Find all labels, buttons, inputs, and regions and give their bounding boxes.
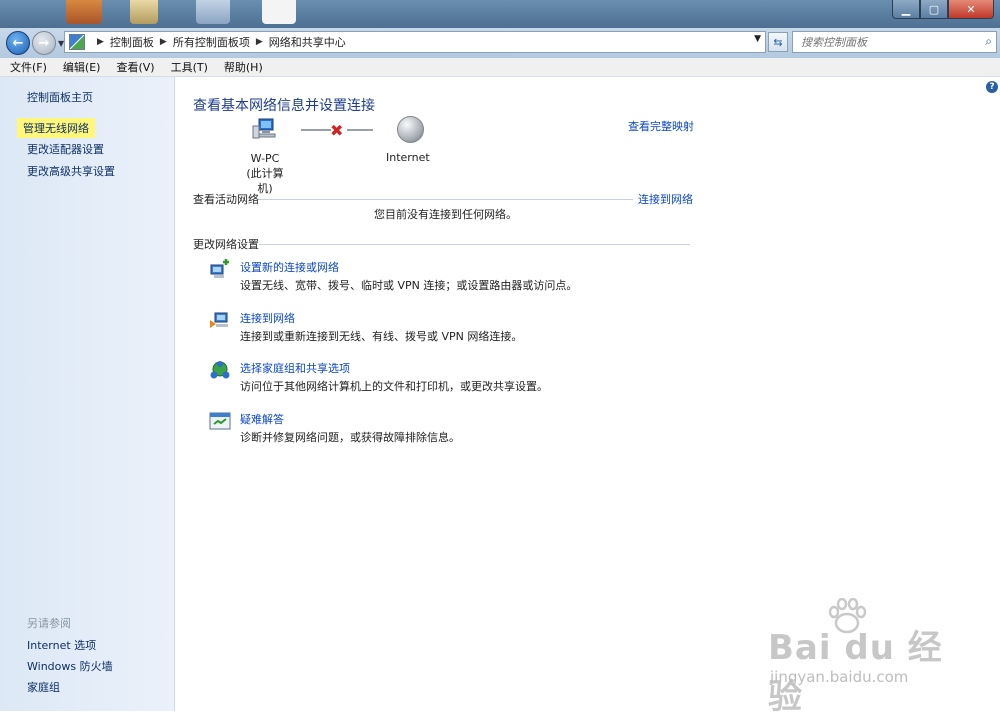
connection-line-right [347,129,373,131]
see-also-firewall[interactable]: Windows 防火墙 [27,658,113,674]
computer-label: W-PC (此计算机) [241,151,289,196]
change-settings-heading: 更改网络设置 [193,238,259,251]
sidebar-item-manage-wireless[interactable]: 管理无线网络 [17,118,95,138]
internet-label: Internet [386,151,430,164]
connect-network-icon [210,312,228,328]
taskbar-thumb-1 [66,0,102,24]
task-connect-network-link[interactable]: 连接到网络 [240,310,295,326]
control-panel-icon [69,34,85,50]
task-troubleshoot-desc: 诊断并修复网络问题，或获得故障排除信息。 [240,431,460,444]
connection-line-left [301,129,331,131]
see-also-homegroup[interactable]: 家庭组 [27,679,60,695]
internet-globe-icon [397,116,424,143]
computer-icon [252,118,276,139]
task-homegroup-desc: 访问位于其他网络计算机上的文件和打印机，或更改共享设置。 [240,380,548,393]
task-new-connection-desc: 设置无线、宽带、拨号、临时或 VPN 连接；或设置路由器或访问点。 [240,279,578,292]
arrow-left-icon: ← [12,35,24,51]
view-full-map-link[interactable]: 查看完整映射 [628,118,694,134]
maximize-button[interactable]: ▢ [920,0,948,19]
taskbar-thumb-3 [196,0,230,24]
sidebar-item-adapter-settings[interactable]: 更改适配器设置 [27,141,104,157]
navigation-bar: ← → ▼ ▶ 控制面板 ▶ 所有控制面板项 ▶ 网络和共享中心 ▼ ⇆ ⌕ [0,28,1000,58]
taskbar-thumb-4 [262,0,296,24]
search-box: ⌕ [792,31,997,53]
troubleshoot-icon [209,412,231,430]
refresh-button[interactable]: ⇆ [768,32,788,52]
window-titlebar: ▁ ▢ ✕ [0,0,1000,28]
forward-button[interactable]: → [32,31,56,55]
computer-name: W-PC [250,152,280,165]
disconnected-x-icon[interactable]: ✖ [330,121,343,140]
chevron-right-icon[interactable]: ▶ [160,37,167,47]
menu-view[interactable]: 查看(V) [110,59,160,75]
window-controls: ▁ ▢ ✕ [892,0,994,19]
refresh-icon: ⇆ [773,35,783,49]
see-also-internet-options[interactable]: Internet 选项 [27,637,96,653]
task-homegroup-link[interactable]: 选择家庭组和共享选项 [240,360,350,376]
taskbar-thumb-2 [130,0,158,24]
menu-bar: 文件(F) 编辑(E) 查看(V) 工具(T) 帮助(H) [0,58,1000,77]
connect-to-network-link[interactable]: 连接到网络 [638,191,693,207]
chevron-right-icon[interactable]: ▶ [97,37,104,47]
menu-edit[interactable]: 编辑(E) [57,59,107,75]
page-title: 查看基本网络信息并设置连接 [193,98,375,114]
help-icon[interactable]: ? [986,81,998,93]
minimize-button[interactable]: ▁ [892,0,920,19]
baidu-watermark: Bai du 经验 jingyan.baidu.com [760,598,960,717]
close-button[interactable]: ✕ [948,0,994,19]
chevron-right-icon[interactable]: ▶ [256,37,263,47]
sidebar-item-advanced-sharing[interactable]: 更改高级共享设置 [27,163,115,179]
task-new-connection-link[interactable]: 设置新的连接或网络 [240,259,339,275]
no-connection-message: 您目前没有连接到任何网络。 [374,208,517,221]
menu-tools[interactable]: 工具(T) [165,59,214,75]
active-networks-divider [259,199,633,200]
breadcrumb-network-center[interactable]: 网络和共享中心 [269,34,346,50]
task-troubleshoot-link[interactable]: 疑难解答 [240,411,284,427]
breadcrumb-all-items[interactable]: 所有控制面板项 [173,34,250,50]
watermark-url: jingyan.baidu.com [770,668,909,686]
chevron-down-icon[interactable]: ▼ [754,34,761,44]
change-settings-divider [259,244,690,245]
new-connection-icon [210,259,229,278]
see-also-heading: 另请参阅 [27,617,71,630]
menu-file[interactable]: 文件(F) [4,59,53,75]
menu-help[interactable]: 帮助(H) [218,59,269,75]
breadcrumb-control-panel[interactable]: 控制面板 [110,34,154,50]
active-networks-heading: 查看活动网络 [193,193,259,206]
homegroup-icon [210,361,230,379]
search-icon[interactable]: ⌕ [985,34,992,49]
sidebar: 控制面板主页 管理无线网络 更改适配器设置 更改高级共享设置 另请参阅 Inte… [0,77,175,711]
back-button[interactable]: ← [6,31,30,55]
search-input[interactable] [799,34,973,50]
arrow-right-icon: → [38,35,50,51]
sidebar-control-panel-home[interactable]: 控制面板主页 [27,89,93,105]
address-bar[interactable]: ▶ 控制面板 ▶ 所有控制面板项 ▶ 网络和共享中心 ▼ [64,31,766,53]
task-connect-network-desc: 连接到或重新连接到无线、有线、拨号或 VPN 网络连接。 [240,330,523,343]
